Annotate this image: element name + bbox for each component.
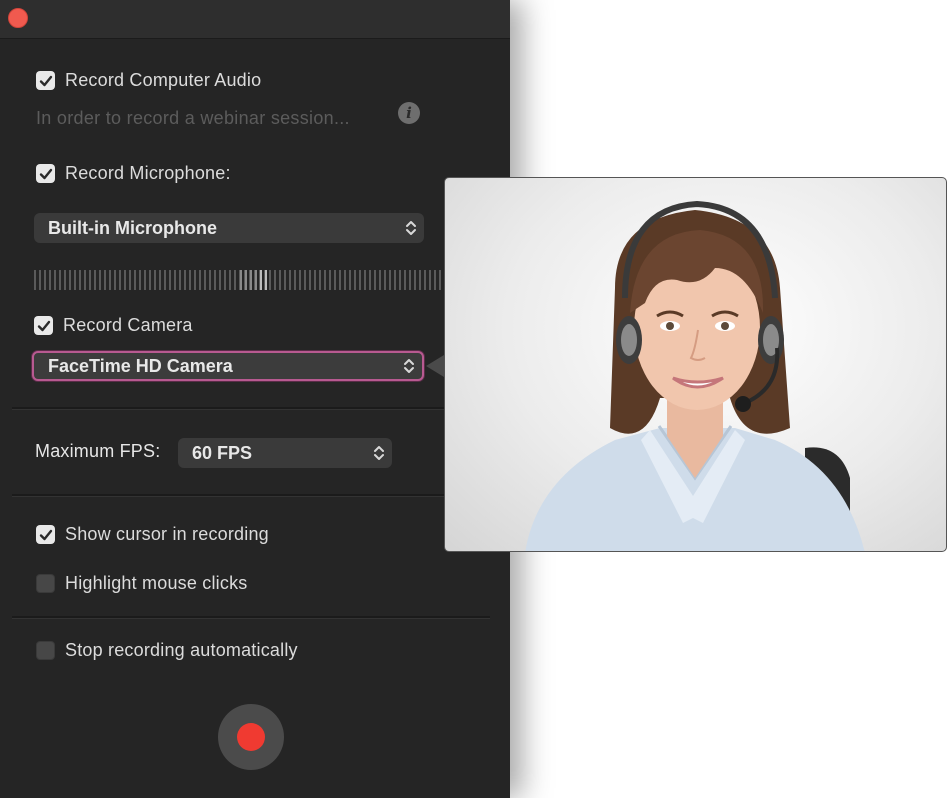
checkmark-icon <box>37 320 50 331</box>
record-camera-checkbox[interactable] <box>34 316 53 335</box>
record-computer-audio-label: Record Computer Audio <box>65 70 262 90</box>
section-divider <box>12 616 490 619</box>
preview-pointer <box>426 355 444 377</box>
microphone-level-meter <box>34 270 444 290</box>
record-button[interactable] <box>218 704 284 770</box>
fps-select[interactable]: 60 FPS <box>178 438 392 468</box>
fps-select-value: 60 FPS <box>192 442 253 463</box>
audio-hint-row: In order to record a webinar session... <box>36 108 350 129</box>
camera-select-value: FaceTime HD Camera <box>48 355 233 376</box>
max-fps-row: Maximum FPS: <box>35 441 160 462</box>
stop-auto-row[interactable]: Stop recording automatically <box>36 640 298 661</box>
microphone-select[interactable]: Built-in Microphone <box>34 213 424 243</box>
record-camera-row[interactable]: Record Camera <box>34 315 193 336</box>
show-cursor-row[interactable]: Show cursor in recording <box>36 524 269 545</box>
record-camera-label: Record Camera <box>63 315 193 335</box>
record-icon <box>237 723 265 751</box>
microphone-select-value: Built-in Microphone <box>48 217 217 238</box>
close-icon[interactable] <box>8 8 28 28</box>
stop-auto-checkbox[interactable] <box>36 641 55 660</box>
chevron-updown-icon <box>404 359 414 373</box>
camera-preview <box>444 177 947 552</box>
record-computer-audio-row[interactable]: Record Computer Audio <box>36 70 261 91</box>
highlight-clicks-row[interactable]: Highlight mouse clicks <box>36 573 247 594</box>
highlight-clicks-checkbox[interactable] <box>36 574 55 593</box>
checkmark-icon <box>39 75 52 86</box>
checkmark-icon <box>39 168 52 179</box>
camera-preview-image <box>525 200 865 551</box>
section-divider <box>12 407 490 410</box>
chevron-updown-icon <box>406 221 416 235</box>
show-cursor-label: Show cursor in recording <box>65 524 269 544</box>
stop-auto-label: Stop recording automatically <box>65 640 298 660</box>
audio-hint-text: In order to record a webinar session... <box>36 108 350 128</box>
show-cursor-checkbox[interactable] <box>36 525 55 544</box>
section-divider <box>12 494 490 497</box>
record-microphone-checkbox[interactable] <box>36 164 55 183</box>
record-computer-audio-checkbox[interactable] <box>36 71 55 90</box>
record-microphone-row[interactable]: Record Microphone: <box>36 163 231 184</box>
info-icon[interactable]: i <box>398 102 420 124</box>
chevron-updown-icon <box>374 446 384 460</box>
meter-peak-bright <box>260 270 268 290</box>
record-microphone-label: Record Microphone: <box>65 163 231 183</box>
checkmark-icon <box>39 529 52 540</box>
max-fps-label: Maximum FPS: <box>35 441 161 461</box>
title-bar <box>0 0 510 39</box>
highlight-clicks-label: Highlight mouse clicks <box>65 573 248 593</box>
recording-settings-panel: Record Computer Audio In order to record… <box>0 0 510 798</box>
camera-select[interactable]: FaceTime HD Camera <box>32 351 424 381</box>
